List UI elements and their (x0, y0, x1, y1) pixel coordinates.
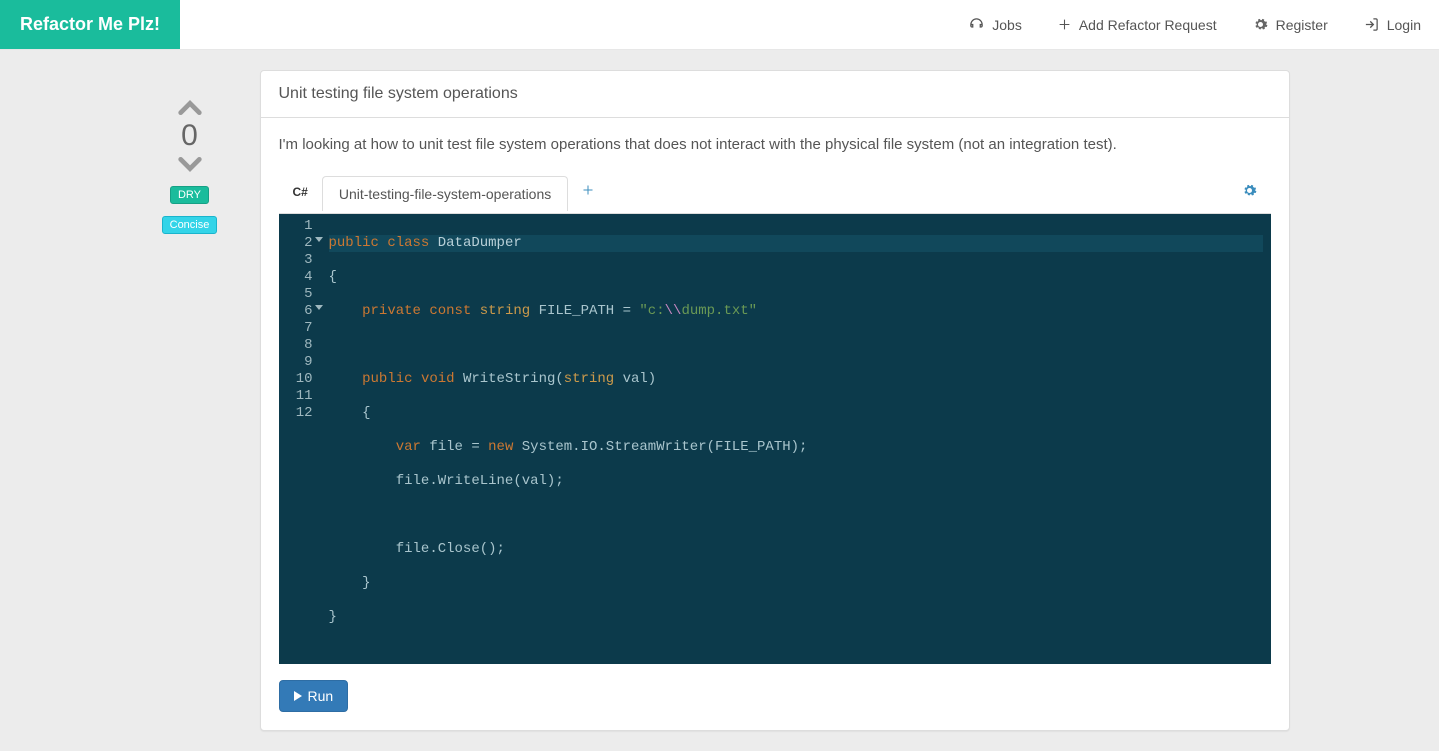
code-editor[interactable]: 1 2 3 4 5 6 7 8 9 10 11 12 public class … (279, 213, 1271, 664)
code-line (329, 507, 1263, 524)
language-badge: C# (279, 185, 322, 199)
fold-marker-icon[interactable] (315, 305, 323, 310)
line-number: 5 (291, 286, 313, 303)
line-number: 10 (291, 371, 313, 388)
line-number: 1 (291, 218, 313, 235)
nav-register[interactable]: Register (1235, 0, 1346, 49)
gear-icon (1253, 17, 1268, 32)
headphones-icon (969, 17, 984, 32)
navbar: Refactor Me Plz! Jobs Add Refactor Reque… (0, 0, 1439, 50)
line-number: 7 (291, 320, 313, 337)
line-number: 3 (291, 252, 313, 269)
post-description: I'm looking at how to unit test file sys… (279, 136, 1271, 153)
editor-settings-button[interactable] (1228, 183, 1271, 201)
add-tab-button[interactable] (568, 183, 608, 201)
file-tab[interactable]: Unit-testing-file-system-operations (322, 176, 568, 211)
code-line: { (329, 269, 1263, 286)
tag-dry[interactable]: DRY (170, 186, 209, 204)
post-panel: Unit testing file system operations I'm … (260, 70, 1290, 731)
plus-icon (1058, 18, 1071, 31)
nav-jobs-label: Jobs (992, 17, 1022, 33)
nav-spacer (180, 0, 951, 49)
post-body: I'm looking at how to unit test file sys… (261, 118, 1289, 730)
line-number: 4 (291, 269, 313, 286)
chevron-down-icon (176, 154, 204, 174)
nav-login-label: Login (1387, 17, 1421, 33)
code-line: public void WriteString(string val) (329, 371, 1263, 388)
play-icon (294, 691, 302, 701)
code-line: file.Close(); (329, 541, 1263, 558)
gear-icon (1242, 183, 1257, 198)
nav-login[interactable]: Login (1346, 0, 1439, 49)
code-area[interactable]: public class DataDumper { private const … (321, 214, 1271, 664)
run-button[interactable]: Run (279, 680, 349, 712)
code-line: var file = new System.IO.StreamWriter(FI… (329, 439, 1263, 456)
chevron-up-icon (176, 98, 204, 118)
vote-count: 0 (181, 118, 198, 154)
tag-concise[interactable]: Concise (162, 216, 218, 234)
code-line: file.WriteLine(val); (329, 473, 1263, 490)
login-icon (1364, 17, 1379, 32)
line-number: 8 (291, 337, 313, 354)
nav-register-label: Register (1276, 17, 1328, 33)
post-title: Unit testing file system operations (261, 71, 1289, 118)
downvote-button[interactable] (176, 154, 204, 174)
nav-add-label: Add Refactor Request (1079, 17, 1217, 33)
line-number: 2 (291, 235, 313, 252)
code-line: { (329, 405, 1263, 422)
code-line: } (329, 575, 1263, 592)
run-label: Run (308, 688, 334, 704)
brand-link[interactable]: Refactor Me Plz! (0, 0, 180, 49)
vote-column: 0 DRY Concise (150, 70, 230, 731)
code-line: private const string FILE_PATH = "c:\\du… (329, 303, 1263, 320)
line-number: 9 (291, 354, 313, 371)
code-line (329, 337, 1263, 354)
editor-toolbar: C# Unit-testing-file-system-operations (279, 171, 1271, 213)
line-number: 12 (291, 405, 313, 422)
main-container: 0 DRY Concise Unit testing file system o… (135, 50, 1305, 751)
upvote-button[interactable] (176, 98, 204, 118)
line-number: 11 (291, 388, 313, 405)
code-line: public class DataDumper (329, 235, 1263, 252)
line-number: 6 (291, 303, 313, 320)
nav-add-refactor[interactable]: Add Refactor Request (1040, 0, 1235, 49)
code-line: } (329, 609, 1263, 626)
nav-jobs[interactable]: Jobs (951, 0, 1040, 49)
plus-icon (582, 184, 594, 196)
line-gutter: 1 2 3 4 5 6 7 8 9 10 11 12 (279, 214, 321, 664)
fold-marker-icon[interactable] (315, 237, 323, 242)
